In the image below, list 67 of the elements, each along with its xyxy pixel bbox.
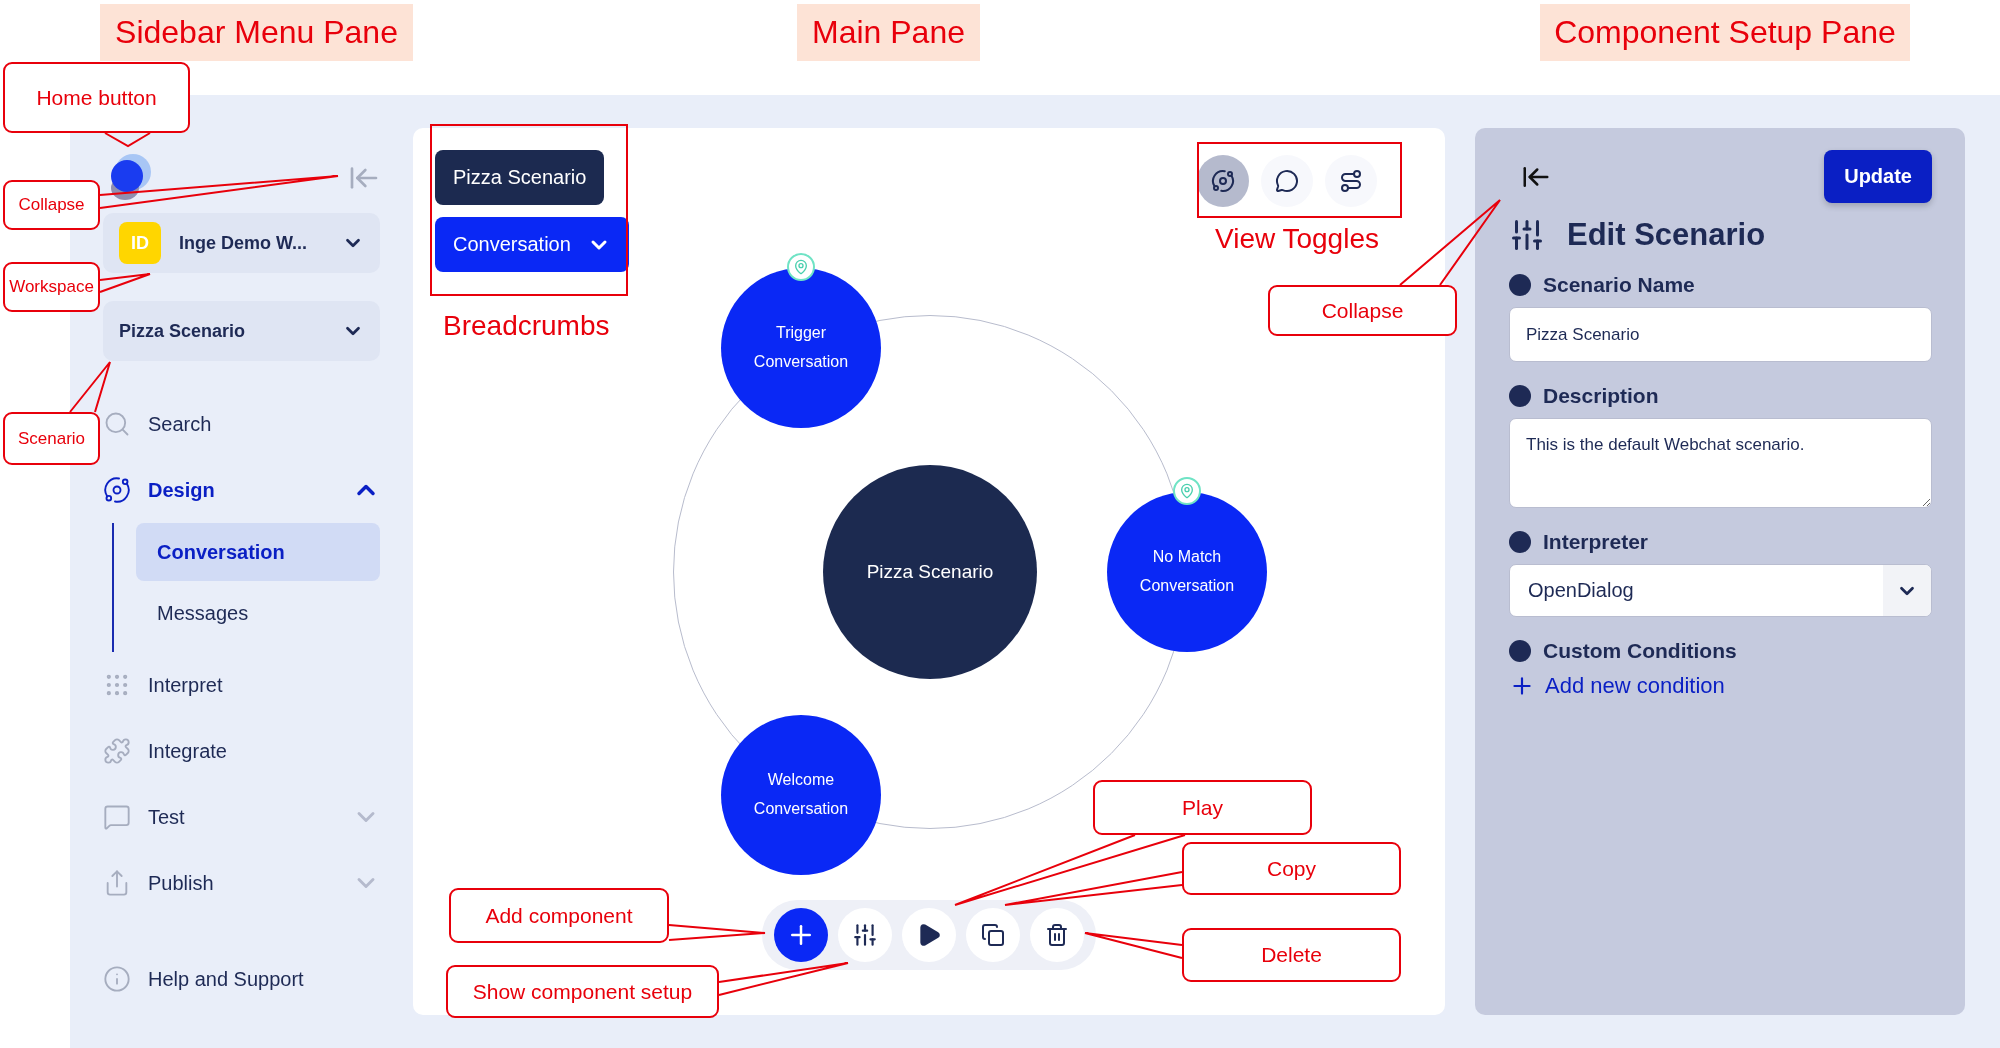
nav-icon (103, 803, 131, 831)
pane-label: Component Setup Pane (1540, 4, 1910, 61)
update-button[interactable]: Update (1824, 150, 1932, 203)
annotation-callout: Collapse (3, 180, 100, 230)
copy-icon (981, 923, 1005, 947)
field-label: Interpreter (1543, 530, 1649, 554)
nav-item[interactable]: Integrate (148, 739, 380, 763)
bullet-dot (1509, 385, 1531, 407)
leader-line (104, 132, 151, 148)
sliders-icon (852, 922, 878, 948)
bullet-dot (1509, 531, 1531, 553)
field-label: Description (1543, 384, 1659, 408)
leader-line (69, 361, 111, 413)
nav-subitem[interactable]: Messages (136, 584, 380, 642)
annotation-callout: Copy (1182, 842, 1401, 895)
leader-line (99, 273, 151, 293)
bullet-dot (1509, 274, 1531, 296)
workspace-badge: ID (119, 222, 161, 264)
conversation-node[interactable]: No Match Conversation (1107, 492, 1267, 652)
delete-button[interactable] (1030, 908, 1084, 962)
nav-item[interactable]: Design (148, 478, 352, 502)
nav-icon (103, 737, 131, 765)
route-icon (1339, 169, 1363, 193)
annotation-callout: Home button (3, 62, 190, 133)
scenario-name-field[interactable]: Pizza Scenario (1509, 307, 1932, 362)
sliders-icon (1509, 217, 1545, 253)
add-condition-link[interactable]: Add new condition (1509, 673, 1725, 699)
annotation-callout: Add component (449, 888, 669, 943)
annotation-callout: Collapse (1268, 285, 1457, 336)
description-field[interactable]: This is the default Webchat scenario. (1509, 418, 1932, 508)
trash-icon (1045, 923, 1069, 947)
center-node[interactable]: Pizza Scenario (823, 465, 1037, 679)
annotation-callout: Show component setup (446, 965, 719, 1018)
view-toggle[interactable] (1261, 155, 1313, 207)
view-toggle[interactable] (1325, 155, 1377, 207)
annotation-callout: Delete (1182, 928, 1401, 982)
nav-item[interactable]: Search (148, 412, 380, 436)
pane-label: Sidebar Menu Pane (100, 4, 413, 61)
nav-item[interactable]: Interpret (148, 673, 380, 697)
workspace-selector[interactable]: ID Inge Demo W... (103, 213, 380, 273)
nav-icon (103, 476, 131, 504)
bullet-dot (1509, 640, 1531, 662)
annotation-caption: Breadcrumbs (443, 310, 610, 342)
annotation-callout: Scenario (3, 412, 100, 465)
field-label: Scenario Name (1543, 273, 1695, 297)
pane-label: Main Pane (797, 4, 980, 61)
pane-title: Edit Scenario (1567, 217, 1766, 253)
nav-item[interactable]: Test (148, 805, 352, 829)
nav-icon (103, 410, 131, 438)
annotation-callout: Workspace (3, 262, 100, 312)
field-label: Custom Conditions (1543, 639, 1737, 663)
orbit-icon (1211, 169, 1235, 193)
interpreter-select[interactable]: OpenDialog (1509, 564, 1932, 617)
view-toggle[interactable] (1197, 155, 1249, 207)
scenario-selector[interactable]: Pizza Scenario (103, 301, 380, 361)
breadcrumb-button[interactable]: Conversation (435, 217, 629, 272)
annotation-caption: View Toggles (1215, 223, 1379, 255)
conversation-node[interactable]: Trigger Conversation (721, 268, 881, 428)
nav-item[interactable]: Publish (148, 871, 352, 895)
add-button[interactable] (774, 908, 828, 962)
chat-bubble-icon (1275, 169, 1299, 193)
nav-icon (103, 965, 131, 993)
breadcrumb-button[interactable]: Pizza Scenario (435, 150, 605, 205)
nav-subitem[interactable]: Conversation (136, 523, 380, 581)
annotation-callout: Play (1093, 780, 1312, 835)
nav-item[interactable]: Help and Support (148, 967, 380, 991)
conversation-node[interactable]: Welcome Conversation (721, 715, 881, 875)
